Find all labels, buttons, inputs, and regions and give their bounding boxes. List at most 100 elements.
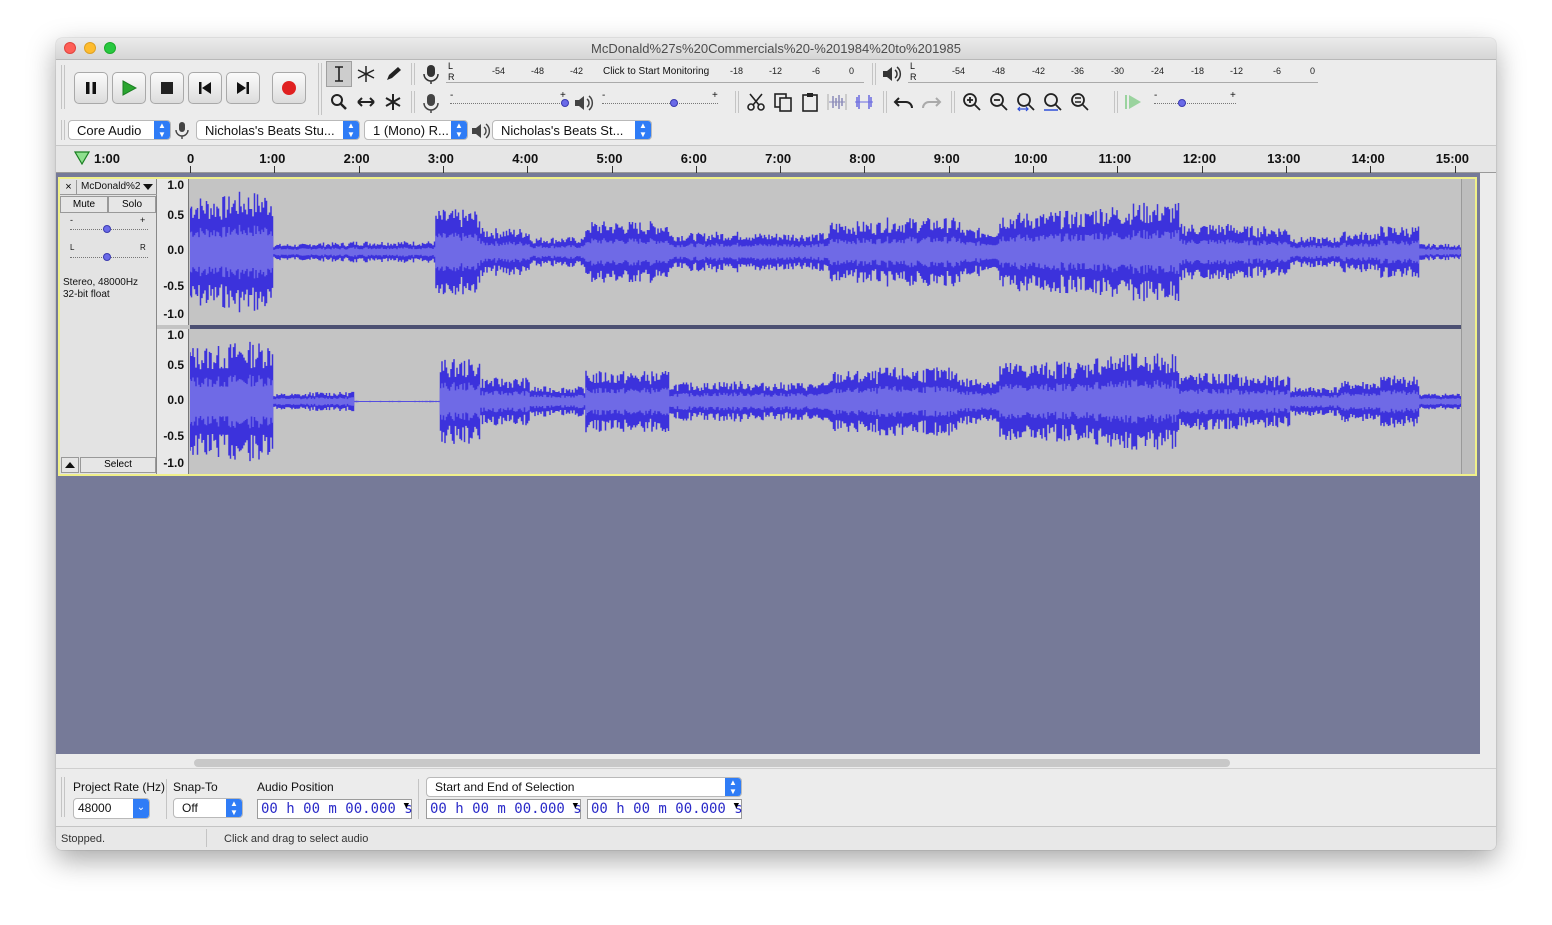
skip-to-start-button[interactable]: [188, 72, 222, 104]
undo-button[interactable]: [891, 89, 917, 115]
stop-button[interactable]: [150, 72, 184, 104]
toolbar-grip[interactable]: [1114, 91, 1118, 113]
project-rate-select[interactable]: 48000 ⌄: [73, 798, 150, 819]
toolbar-grip[interactable]: [61, 120, 65, 140]
snap-to-select[interactable]: Off ▲ ▼: [173, 798, 243, 818]
track-name-menu[interactable]: McDonald%2: [81, 181, 140, 192]
redo-button[interactable]: [918, 89, 944, 115]
close-track-button[interactable]: ×: [61, 180, 77, 194]
pan-thumb[interactable]: [103, 253, 111, 261]
recording-volume-slider[interactable]: - +: [448, 90, 569, 110]
slider-thumb[interactable]: [670, 99, 678, 107]
cut-button[interactable]: [743, 89, 769, 115]
pause-icon: [86, 82, 96, 94]
playback-meter[interactable]: L R -54 -48 -42 -36 -30 -24 -18 -12 -6 0: [908, 61, 1318, 83]
toolbar-grip[interactable]: [872, 63, 876, 85]
start-monitoring-hint[interactable]: Click to Start Monitoring: [603, 66, 709, 77]
meter-left-label: L: [910, 61, 916, 71]
selection-tool[interactable]: [326, 61, 352, 87]
selection-start-field[interactable]: 00 h 00 m 00.000 s ▼: [426, 799, 582, 819]
zoom-out-icon: [990, 93, 1008, 111]
toolbar-grip[interactable]: [735, 91, 739, 113]
speaker-icon[interactable]: [880, 63, 902, 85]
toolbar-grip[interactable]: [318, 63, 322, 115]
snap-to-value: Off: [182, 801, 198, 815]
horizontal-scrollbar[interactable]: [194, 759, 1230, 767]
copy-button[interactable]: [770, 89, 796, 115]
playback-speed-slider[interactable]: - +: [1152, 90, 1238, 110]
meter-tick: -6: [812, 66, 821, 76]
track-bit-depth-info: 32-bit float: [63, 289, 110, 300]
slider-thumb[interactable]: [561, 99, 569, 107]
draw-tool[interactable]: [380, 61, 406, 87]
trim-audio-button[interactable]: [824, 89, 850, 115]
solo-button[interactable]: Solo: [108, 196, 156, 213]
audio-track[interactable]: × McDonald%2 Mute Solo - + L R Stereo, 4…: [58, 177, 1477, 476]
waveform-rms: [189, 224, 1462, 280]
selection-end-field[interactable]: 00 h 00 m 00.000 s ▼: [587, 799, 743, 819]
paste-button[interactable]: [797, 89, 823, 115]
play-head-icon[interactable]: [74, 151, 90, 165]
playback-volume-slider[interactable]: - +: [600, 90, 720, 110]
scale-label: 1.0: [167, 328, 184, 342]
ruler-tick: [611, 166, 613, 173]
pause-button[interactable]: [74, 72, 108, 104]
recording-device-select[interactable]: Nicholas's Beats Stu... ▲ ▼: [196, 120, 360, 140]
envelope-tool[interactable]: [353, 61, 379, 87]
scale-label: 1.0: [167, 178, 184, 192]
meter-left-label: L: [448, 61, 454, 71]
track-area[interactable]: × McDonald%2 Mute Solo - + L R Stereo, 4…: [56, 173, 1480, 754]
fit-selection-button[interactable]: [1013, 89, 1039, 115]
toolbar-grip[interactable]: [61, 777, 65, 817]
timeline-ruler[interactable]: 1:00 0 1:00 2:00 3:00 4:00 5:00 6:00 7:00 8:00 9:…: [56, 145, 1496, 173]
gain-slider[interactable]: - +: [70, 215, 148, 237]
zoom-in-button[interactable]: [959, 89, 985, 115]
mute-button[interactable]: Mute: [60, 196, 108, 213]
fit-selection-icon: [1017, 93, 1035, 112]
toolbar-grip[interactable]: [61, 65, 65, 109]
collapse-track-button[interactable]: [61, 457, 79, 473]
playback-device-select[interactable]: Nicholas's Beats St... ▲ ▼: [492, 120, 652, 140]
waveform-right-channel[interactable]: [189, 329, 1462, 474]
play-button[interactable]: [112, 72, 146, 104]
selection-mode-select[interactable]: Start and End of Selection ▲ ▼: [426, 777, 742, 797]
recording-meter[interactable]: L R -54 -48 -42 Click to Start Monitorin…: [446, 61, 864, 83]
chevron-down-icon[interactable]: [143, 184, 153, 191]
record-button[interactable]: [272, 72, 306, 104]
ruler-label: 11:00: [1098, 151, 1132, 166]
ruler-tick: [274, 166, 276, 173]
silence-audio-button[interactable]: [851, 89, 877, 115]
mute-label: Mute: [72, 199, 96, 210]
zoom-out-button[interactable]: [986, 89, 1012, 115]
undo-icon: [893, 97, 913, 109]
ruler-tick: [1201, 166, 1203, 173]
i-beam-icon: [335, 66, 343, 82]
play-at-speed-button[interactable]: [1120, 89, 1146, 115]
time-shift-tool[interactable]: [353, 89, 379, 115]
ruler-tick: [1117, 166, 1119, 173]
track-format-info: Stereo, 48000Hz: [63, 277, 139, 288]
waveform-left-channel[interactable]: [189, 179, 1462, 325]
toolbar-grip[interactable]: [951, 91, 955, 113]
meter-tick: 0: [1310, 66, 1316, 76]
recording-channels-select[interactable]: 1 (Mono) R... ▲ ▼: [364, 120, 468, 140]
microphone-icon[interactable]: [421, 63, 441, 85]
toolbar-grip[interactable]: [411, 63, 415, 85]
recording-device-value: Nicholas's Beats Stu...: [205, 123, 335, 138]
pan-slider[interactable]: L R: [70, 243, 148, 265]
vertical-ruler-right: 1.0 0.5 0.0 -0.5 -1.0: [157, 328, 189, 474]
toolbar-grip[interactable]: [883, 91, 887, 113]
select-track-button[interactable]: Select: [80, 457, 156, 473]
zoom-toggle-button[interactable]: [1067, 89, 1093, 115]
slider-thumb[interactable]: [1178, 99, 1186, 107]
fit-project-button[interactable]: [1040, 89, 1066, 115]
gain-thumb[interactable]: [103, 225, 111, 233]
audio-position-field[interactable]: 00 h 00 m 00.000 s ▼: [257, 799, 413, 819]
audio-host-select[interactable]: Core Audio ▲ ▼: [68, 120, 171, 140]
ruler-tick: [695, 166, 697, 173]
zoom-tool[interactable]: [326, 89, 352, 115]
microphone-icon: [175, 122, 189, 139]
multi-tool[interactable]: [380, 89, 406, 115]
toolbar-grip[interactable]: [411, 91, 415, 113]
skip-to-end-button[interactable]: [226, 72, 260, 104]
